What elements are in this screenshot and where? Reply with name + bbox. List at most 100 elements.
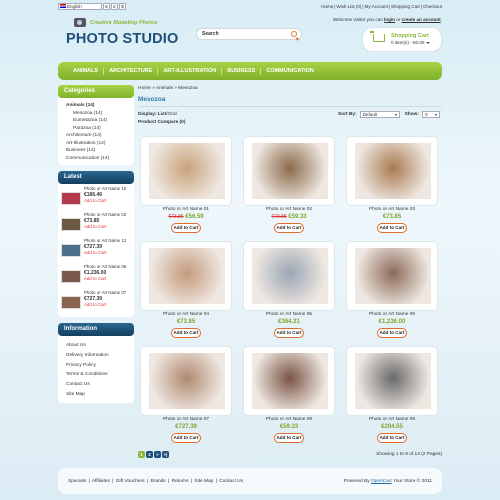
latest-thumbnail[interactable]: [61, 218, 81, 231]
wishlist-link[interactable]: Wish List (0): [336, 4, 361, 9]
footer-link-returns[interactable]: Returns: [172, 479, 189, 484]
info-link-about-us[interactable]: About Us: [66, 341, 134, 351]
product-image-frame[interactable]: [346, 241, 438, 311]
product-name-link[interactable]: Photo or Art Name 04: [140, 312, 232, 317]
search-input[interactable]: Search: [196, 28, 302, 40]
my-account-link[interactable]: My Account: [365, 4, 388, 9]
info-link-privacy[interactable]: Privacy Policy: [66, 361, 134, 371]
display-grid-link[interactable]: Grid: [168, 112, 177, 117]
nav-item-animals[interactable]: ANIMALS: [68, 67, 105, 75]
product-photo[interactable]: [252, 353, 328, 409]
category-animals[interactable]: Animals (14): [66, 102, 134, 110]
footer-link-gift-vouchers[interactable]: Gift Vouchers: [116, 479, 145, 484]
product-name-link[interactable]: Photo or Art Name 03: [346, 207, 438, 212]
product-image-frame[interactable]: [346, 136, 438, 206]
product-image-frame[interactable]: [140, 136, 232, 206]
product-name-link[interactable]: Photo or Art Name 02: [243, 207, 335, 212]
add-to-cart-button[interactable]: Add to Cart: [274, 433, 304, 443]
add-to-cart-button[interactable]: Add to Cart: [171, 433, 201, 443]
nav-item-architecture[interactable]: ARCHITECTURE: [104, 67, 159, 75]
product-name-link[interactable]: Photo or Art Name 09: [346, 417, 438, 422]
footer-link-site-map[interactable]: Site Map: [194, 479, 213, 484]
latest-thumbnail[interactable]: [61, 296, 81, 309]
opencart-link[interactable]: OpenCart: [371, 479, 392, 484]
product-photo[interactable]: [252, 143, 328, 199]
latest-add-to-cart-link[interactable]: Add to Cart: [84, 302, 126, 308]
last-page-button[interactable]: >|: [162, 451, 169, 458]
product-photo[interactable]: [149, 143, 225, 199]
login-link[interactable]: login: [384, 17, 395, 22]
nav-item-communication[interactable]: COMMUNICATION: [261, 68, 319, 75]
nav-item-business[interactable]: BUSINESS: [222, 67, 262, 75]
category-communication[interactable]: Communication (14): [66, 155, 134, 163]
add-to-cart-button[interactable]: Add to Cart: [171, 223, 201, 233]
footer-link-affiliates[interactable]: Affiliates: [92, 479, 110, 484]
info-link-site-map[interactable]: Site Map: [66, 390, 134, 400]
show-select[interactable]: 0: [422, 110, 440, 118]
category-art-illustration[interactable]: Art-Illustration (14): [66, 140, 134, 148]
product-name-link[interactable]: Photo or Art Name 05: [243, 312, 335, 317]
latest-add-to-cart-link[interactable]: Add to Cart: [84, 276, 126, 282]
category-parazoa[interactable]: Parazoa (14): [66, 125, 134, 133]
product-photo[interactable]: [149, 353, 225, 409]
info-link-contact[interactable]: Contact Us: [66, 380, 134, 390]
add-to-cart-button[interactable]: Add to Cart: [377, 223, 407, 233]
latest-add-to-cart-link[interactable]: Add to Cart: [84, 250, 126, 256]
info-link-terms[interactable]: Terms & Conditions: [66, 370, 134, 380]
shopping-cart-link[interactable]: Shopping Cart: [391, 4, 420, 9]
cart-title[interactable]: Shopping Cart: [391, 33, 429, 39]
next-page-button[interactable]: >: [154, 451, 161, 458]
footer-link-specials[interactable]: Specials: [68, 479, 86, 484]
category-mesozoa[interactable]: Mesozoa (14): [66, 110, 134, 118]
latest-add-to-cart-link[interactable]: Add to Cart: [84, 224, 126, 230]
product-photo[interactable]: [355, 353, 431, 409]
product-photo[interactable]: [252, 248, 328, 304]
checkout-link[interactable]: Checkout: [423, 4, 442, 9]
currency-pound-button[interactable]: £: [111, 2, 118, 10]
product-name-link[interactable]: Photo or Art Name 08: [243, 417, 335, 422]
latest-thumbnail[interactable]: [61, 192, 81, 205]
site-logo-title[interactable]: PHOTO STUDIO: [66, 31, 179, 47]
product-image-frame[interactable]: [346, 346, 438, 416]
product-name-link[interactable]: Photo or Art Name 06: [346, 312, 438, 317]
product-image-frame[interactable]: [243, 136, 335, 206]
add-to-cart-button[interactable]: Add to Cart: [377, 328, 407, 338]
add-to-cart-button[interactable]: Add to Cart: [377, 433, 407, 443]
currency-dollar-button[interactable]: $: [119, 2, 126, 10]
add-to-cart-button[interactable]: Add to Cart: [274, 328, 304, 338]
info-link-delivery[interactable]: Delivery Information: [66, 351, 134, 361]
product-image-frame[interactable]: [140, 346, 232, 416]
product-image-frame[interactable]: [243, 346, 335, 416]
latest-add-to-cart-link[interactable]: Add to Cart: [84, 198, 126, 204]
product-image-frame[interactable]: [140, 241, 232, 311]
currency-euro-button[interactable]: €: [103, 2, 110, 10]
display-list-link[interactable]: List: [158, 112, 167, 117]
footer-link-brands[interactable]: Brands: [151, 479, 166, 484]
footer-link-contact-us[interactable]: Contact Us: [219, 479, 243, 484]
page-2-button[interactable]: 2: [146, 451, 153, 458]
cart-widget[interactable]: Shopping Cart 0 item(s) - €0.00: [362, 27, 442, 52]
home-link[interactable]: Home: [321, 4, 333, 9]
search-icon[interactable]: [291, 31, 297, 37]
category-business[interactable]: Business (14): [66, 147, 134, 155]
add-to-cart-button[interactable]: Add to Cart: [274, 223, 304, 233]
category-eumetazoa[interactable]: Eumetazoa (14): [66, 117, 134, 125]
register-link[interactable]: create an account: [402, 17, 441, 22]
product-name-link[interactable]: Photo or Art Name 01: [140, 207, 232, 212]
sort-select[interactable]: Default: [359, 110, 400, 118]
cart-summary[interactable]: 0 item(s) - €0.00: [391, 40, 431, 45]
nav-item-art-illustration[interactable]: ART-ILLUSTRATION: [158, 67, 223, 75]
product-photo[interactable]: [149, 248, 225, 304]
latest-thumbnail[interactable]: [61, 244, 81, 257]
product-name-link[interactable]: Photo or Art Name 07: [140, 417, 232, 422]
latest-thumbnail[interactable]: [61, 270, 81, 283]
product-compare-link[interactable]: Product Compare (0): [138, 120, 442, 125]
breadcrumb[interactable]: Home » Animals » Mesozoa: [138, 86, 442, 91]
product-photo[interactable]: [355, 248, 431, 304]
page-1-button[interactable]: 1: [138, 451, 145, 458]
product-photo[interactable]: [355, 143, 431, 199]
product-image-frame[interactable]: [243, 241, 335, 311]
language-select[interactable]: English: [58, 2, 102, 10]
category-architecture[interactable]: Architecture (14): [66, 132, 134, 140]
add-to-cart-button[interactable]: Add to Cart: [171, 328, 201, 338]
